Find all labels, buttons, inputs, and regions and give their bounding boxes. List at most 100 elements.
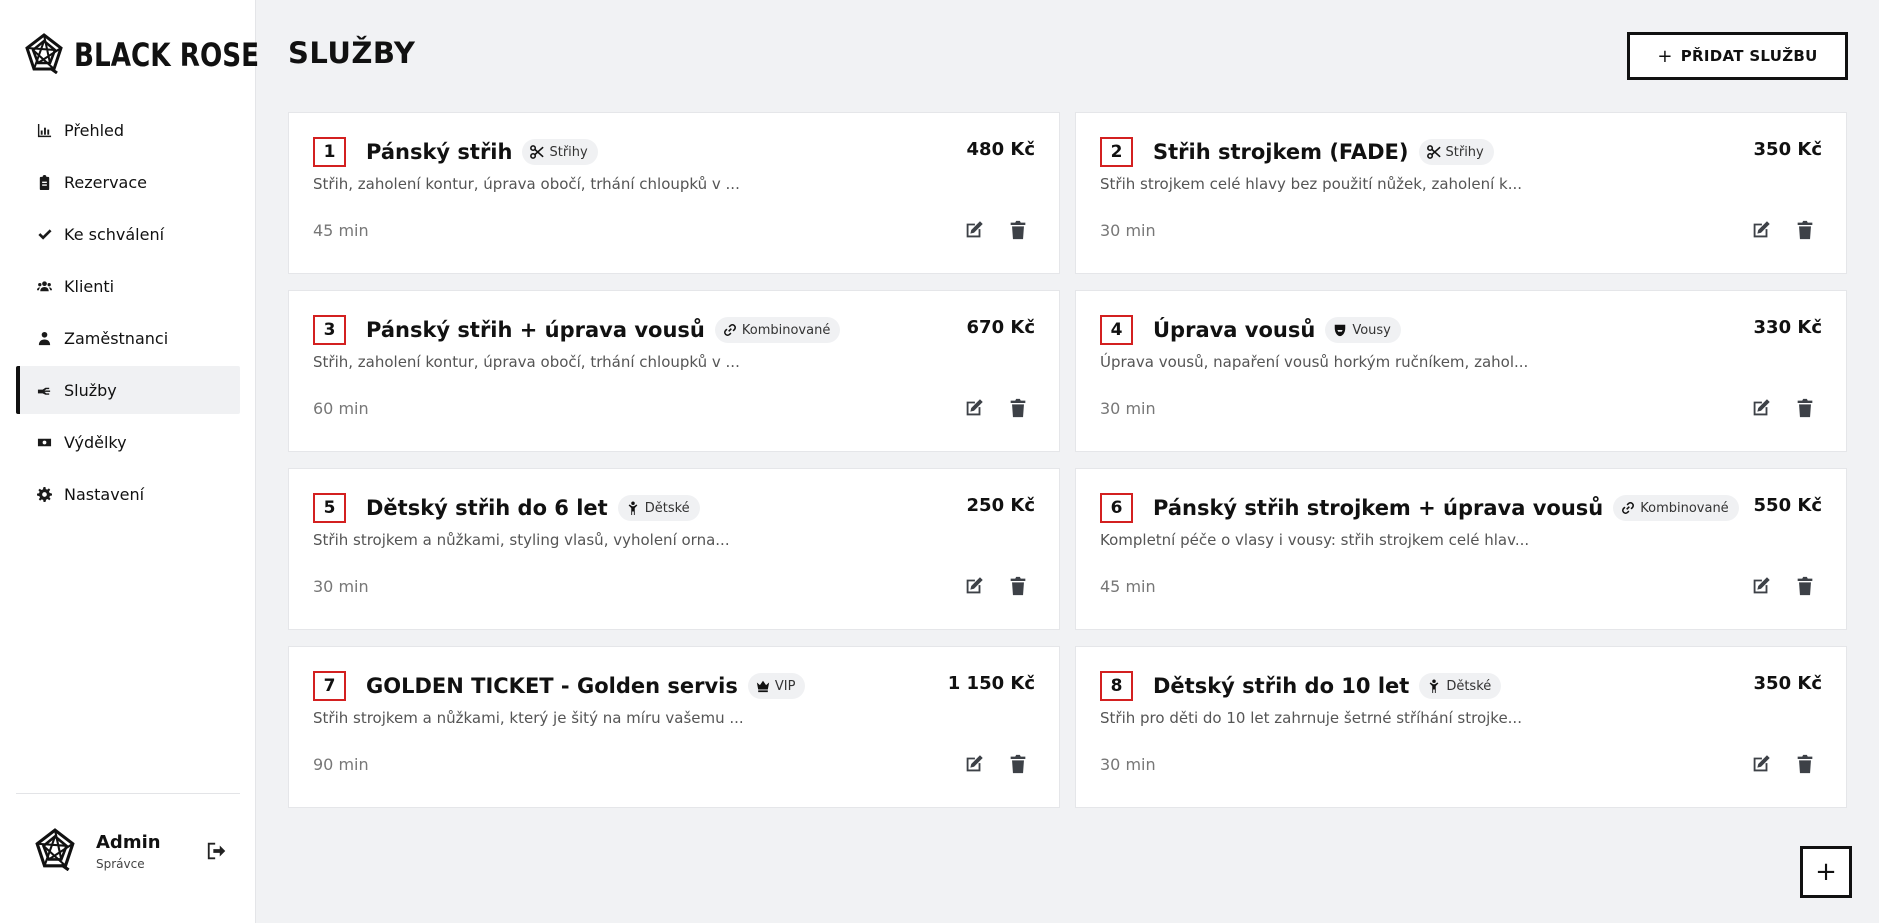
- trash-icon[interactable]: [1794, 575, 1816, 597]
- sidebar-item-label: Rezervace: [64, 172, 147, 192]
- plus-icon: +: [1657, 45, 1673, 67]
- service-title: Dětský střih do 10 let: [1153, 674, 1410, 698]
- category-badge: Dětské: [1419, 673, 1502, 699]
- service-card[interactable]: 3 Pánský střih + úprava vousů Kombinované 6…: [288, 290, 1060, 452]
- service-description: Střih pro děti do 10 let zahrnuje šetrné…: [1100, 709, 1522, 727]
- trash-icon[interactable]: [1007, 219, 1029, 241]
- service-number: 8: [1100, 671, 1133, 701]
- service-duration: 45 min: [313, 221, 369, 240]
- brand-logo[interactable]: BLACK ROSE: [24, 32, 300, 78]
- service-card[interactable]: 2 Střih strojkem (FADE) Střihy 350 Kč Střih …: [1075, 112, 1847, 274]
- user-name: Admin: [96, 831, 161, 853]
- sidebar-item-5[interactable]: Zaměstnanci: [16, 314, 240, 362]
- users-icon: [36, 278, 52, 294]
- crown-icon: [756, 679, 770, 693]
- category-label: Dětské: [1446, 678, 1492, 694]
- edit-icon[interactable]: [963, 397, 985, 419]
- sidebar: BLACK ROSE Přehled Rezervace Ke schválení K…: [0, 0, 259, 923]
- service-title: Pánský střih: [366, 140, 513, 164]
- trash-icon[interactable]: [1794, 219, 1816, 241]
- service-price: 670 Kč: [966, 317, 1035, 338]
- logout-icon[interactable]: [206, 840, 228, 862]
- sidebar-item-label: Výdělky: [64, 432, 127, 452]
- category-label: VIP: [774, 678, 796, 694]
- service-duration: 90 min: [313, 755, 369, 774]
- service-price: 1 150 Kč: [947, 673, 1035, 694]
- sidebar-item-3[interactable]: Ke schválení: [16, 210, 240, 258]
- service-price: 550 Kč: [1753, 495, 1822, 516]
- service-card[interactable]: 7 GOLDEN TICKET - Golden servis VIP 1 150 K…: [288, 646, 1060, 808]
- sidebar-item-label: Ke schválení: [64, 224, 165, 244]
- link-icon: [723, 323, 737, 337]
- fab-add-button[interactable]: +: [1800, 846, 1852, 898]
- edit-icon[interactable]: [1750, 219, 1772, 241]
- category-label: Vousy: [1352, 322, 1391, 338]
- category-badge: VIP: [747, 673, 806, 699]
- service-price: 350 Kč: [1753, 673, 1822, 694]
- service-title: Střih strojkem (FADE): [1153, 140, 1409, 164]
- service-duration: 30 min: [1100, 221, 1156, 240]
- sidebar-item-label: Zaměstnanci: [64, 328, 169, 348]
- sidebar-item-2[interactable]: Rezervace: [16, 158, 240, 206]
- child-icon: [1427, 679, 1441, 693]
- edit-icon[interactable]: [1750, 397, 1772, 419]
- category-label: Střihy: [549, 144, 588, 160]
- service-card[interactable]: 6 Pánský střih strojkem + úprava vousů Kom…: [1075, 468, 1847, 630]
- service-duration: 60 min: [313, 399, 369, 418]
- rose-logo-icon: [24, 32, 64, 78]
- sidebar-item-7[interactable]: Výdělky: [16, 418, 240, 466]
- edit-icon[interactable]: [963, 753, 985, 775]
- clipboard-icon: [36, 174, 52, 190]
- service-duration: 30 min: [1100, 399, 1156, 418]
- category-label: Střihy: [1445, 144, 1484, 160]
- service-card[interactable]: 8 Dětský střih do 10 let Dětské 350 Kč Střih…: [1075, 646, 1847, 808]
- link-icon: [1621, 501, 1635, 515]
- service-number: 6: [1100, 493, 1133, 523]
- service-card[interactable]: 5 Dětský střih do 6 let Dětské 250 Kč Střih …: [288, 468, 1060, 630]
- category-label: Dětské: [644, 500, 690, 516]
- service-number: 7: [313, 671, 346, 701]
- service-number: 4: [1100, 315, 1133, 345]
- sidebar-item-8[interactable]: Nastavení: [16, 470, 240, 518]
- trash-icon[interactable]: [1794, 397, 1816, 419]
- edit-icon[interactable]: [963, 575, 985, 597]
- category-badge: Střihy: [522, 139, 598, 165]
- sidebar-item-6[interactable]: Služby: [16, 366, 240, 414]
- sidebar-item-4[interactable]: Klienti: [16, 262, 240, 310]
- service-description: Kompletní péče o vlasy i vousy: střih st…: [1100, 531, 1530, 549]
- trash-icon[interactable]: [1007, 397, 1029, 419]
- service-title: Úprava vousů: [1153, 318, 1316, 342]
- edit-icon[interactable]: [1750, 575, 1772, 597]
- sidebar-item-label: Klienti: [64, 276, 115, 296]
- service-card[interactable]: 1 Pánský střih Střihy 480 Kč Střih, zaholení…: [288, 112, 1060, 274]
- edit-icon[interactable]: [1750, 753, 1772, 775]
- service-number: 2: [1100, 137, 1133, 167]
- service-description: Střih, zaholení kontur, úprava obočí, tr…: [313, 175, 740, 193]
- bar-chart-icon: [36, 122, 52, 138]
- user-profile[interactable]: Admin Správce: [34, 827, 161, 875]
- trash-icon[interactable]: [1007, 575, 1029, 597]
- add-service-button[interactable]: + PŘIDAT SLUŽBU: [1627, 32, 1848, 80]
- service-price: 480 Kč: [966, 139, 1035, 160]
- category-badge: Dětské: [617, 495, 700, 521]
- sidebar-item-1[interactable]: Přehled: [16, 106, 240, 154]
- avatar: [34, 827, 76, 875]
- trash-icon[interactable]: [1794, 753, 1816, 775]
- money-icon: [36, 434, 52, 450]
- edit-icon[interactable]: [963, 219, 985, 241]
- beard-icon: [1333, 323, 1347, 337]
- service-card[interactable]: 4 Úprava vousů Vousy 330 Kč Úprava vousů, na…: [1075, 290, 1847, 452]
- service-number: 5: [313, 493, 346, 523]
- main-nav: Přehled Rezervace Ke schválení Klienti Zaměs…: [16, 106, 240, 522]
- sidebar-item-label: Nastavení: [64, 484, 145, 504]
- category-badge: Kombinované: [1613, 495, 1739, 521]
- service-title: Dětský střih do 6 let: [366, 496, 608, 520]
- category-label: Kombinované: [741, 322, 831, 338]
- trash-icon[interactable]: [1007, 753, 1029, 775]
- sidebar-divider: [16, 793, 240, 794]
- scissors-icon: [530, 145, 545, 159]
- category-label: Kombinované: [1640, 500, 1729, 516]
- service-description: Střih strojkem celé hlavy bez použití nů…: [1100, 175, 1523, 193]
- service-description: Střih, zaholení kontur, úprava obočí, tr…: [313, 353, 740, 371]
- service-title: Pánský střih + úprava vousů: [366, 318, 705, 342]
